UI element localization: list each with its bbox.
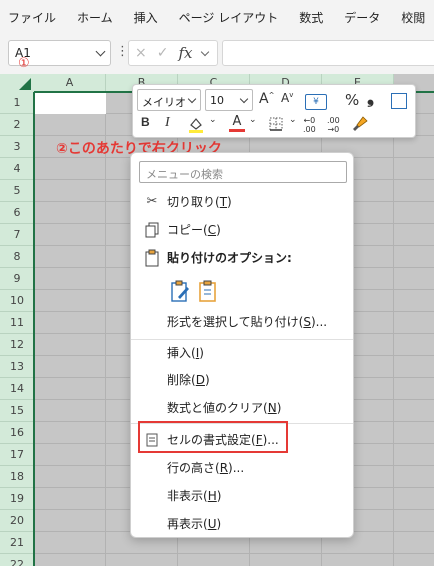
scissors-icon: ✂ [146,194,158,209]
row-header-7[interactable]: 7 [0,224,34,246]
font-name-dropdown[interactable]: メイリオ [137,89,201,111]
menu-item-hide[interactable]: 非表示(H) [131,483,353,509]
formula-bar: A1 ⋮ × ✓ fx [0,34,434,74]
insert-function-icon[interactable]: fx [178,44,192,62]
row-header-6[interactable]: 6 [0,202,34,224]
row-header-13[interactable]: 13 [0,356,34,378]
paste-options-icon [143,245,161,277]
select-all-triangle-icon [19,78,31,90]
merge-center-icon[interactable] [391,93,407,109]
column-header-a[interactable]: A [34,74,106,92]
chevron-down-icon[interactable]: ⌄ [249,115,257,125]
paste-icon[interactable] [169,279,191,303]
menu-item-insert[interactable]: 挿入(I) [131,340,353,366]
copy-icon [143,217,161,248]
comma-style-icon[interactable]: ❟ [367,87,374,108]
row-header-12[interactable]: 12 [0,334,34,356]
row-header-4[interactable]: 4 [0,158,34,180]
chevron-down-icon [187,94,197,104]
cancel-icon[interactable]: × [135,45,147,61]
increase-decimal-icon[interactable]: ←0.00 [303,116,316,134]
row-header-selection-line [33,92,35,566]
row-header-17[interactable]: 17 [0,444,34,466]
menu-item-cut[interactable]: ✂ 切り取り(T) [131,189,353,215]
decrease-decimal-icon[interactable]: .00 →0 [327,116,340,134]
font-size-value: 10 [210,94,224,107]
row-header-10[interactable]: 10 [0,290,34,312]
excel-window: ファイル ホーム 挿入 ページ レイアウト 数式 データ 校閲 表示 A1 ⋮ … [0,0,434,566]
gridline-vertical [105,92,106,566]
menu-item-unhide[interactable]: 再表示(U) [131,511,353,537]
context-menu: メニューの検索 ✂ 切り取り(T) コピー(C) 貼り付けのオプション: 形式を… [130,152,354,538]
font-size-dropdown[interactable]: 10 [205,89,253,111]
formula-input[interactable] [222,40,434,66]
row-header-14[interactable]: 14 [0,378,34,400]
row-header-22[interactable]: 22 [0,554,34,566]
fill-color-icon[interactable] [187,115,205,133]
row-header-16[interactable]: 16 [0,422,34,444]
menu-item-row-height[interactable]: 行の高さ(R)... [131,455,353,481]
enter-icon[interactable]: ✓ [157,45,169,61]
percent-style-icon[interactable]: % [345,91,359,109]
borders-icon[interactable] [267,115,285,133]
chevron-down-icon[interactable]: ⌄ [289,115,297,125]
row-header-11[interactable]: 11 [0,312,34,334]
row-header-21[interactable]: 21 [0,532,34,554]
menu-search-placeholder: メニューの検索 [146,168,223,181]
row-header-15[interactable]: 15 [0,400,34,422]
row-header-3[interactable]: 3 [0,136,34,158]
increase-font-size-icon[interactable]: A^ [259,91,274,107]
chevron-down-icon[interactable] [95,46,106,57]
row-header-5[interactable]: 5 [0,180,34,202]
font-color-icon[interactable]: A [229,115,245,132]
mini-toolbar: メイリオ 10 A^ Av ¥ % ❟ B I ⌄ A ⌄ ⌄ ←0.00 .0… [132,84,416,138]
tab-file[interactable]: ファイル [8,9,56,26]
formula-actions: × ✓ fx [128,40,218,66]
menu-item-delete[interactable]: 削除(D) [131,367,353,393]
row-header-2[interactable]: 2 [0,114,34,136]
select-all-button[interactable] [0,74,34,92]
menu-item-paste-special[interactable]: 形式を選択して貼り付け(S)... [131,309,353,335]
decrease-font-size-icon[interactable]: Av [281,91,293,105]
bold-button[interactable]: B [141,115,150,129]
tab-review[interactable]: 校閲 [401,9,425,26]
menu-item-copy[interactable]: コピー(C) [131,217,353,243]
row-header-19[interactable]: 19 [0,488,34,510]
gridline-horizontal [34,553,434,554]
annotation-step-1: ① [18,56,30,71]
row-header-9[interactable]: 9 [0,268,34,290]
row-header-20[interactable]: 20 [0,510,34,532]
menu-section-paste-options: 貼り付けのオプション: [131,245,353,271]
row-header-8[interactable]: 8 [0,246,34,268]
gridline-vertical [393,92,394,566]
number-format-icon[interactable]: ¥ [305,94,327,110]
row-header-1[interactable]: 1 [0,92,34,114]
tab-data[interactable]: データ [344,9,380,26]
menu-search-input[interactable]: メニューの検索 [139,161,347,183]
expand-formula-icon[interactable] [201,47,210,56]
paste-values-icon[interactable] [197,279,219,303]
chevron-down-icon[interactable]: ⌄ [209,115,217,125]
font-name-value: メイリオ [142,96,186,109]
highlight-box-format-cells [138,421,288,453]
menu-item-clear-contents[interactable]: 数式と値のクリア(N) [131,395,353,421]
italic-button[interactable]: I [165,115,170,131]
tab-insert[interactable]: 挿入 [134,9,158,26]
ribbon-tabs: ファイル ホーム 挿入 ページ レイアウト 数式 データ 校閲 表示 [0,0,434,34]
format-painter-icon[interactable] [351,115,369,133]
chevron-down-icon [239,94,249,104]
tab-page-layout[interactable]: ページ レイアウト [179,9,279,26]
row-header-18[interactable]: 18 [0,466,34,488]
tab-formulas[interactable]: 数式 [299,9,323,26]
cell-a1[interactable] [34,93,106,114]
tab-home[interactable]: ホーム [77,9,113,26]
